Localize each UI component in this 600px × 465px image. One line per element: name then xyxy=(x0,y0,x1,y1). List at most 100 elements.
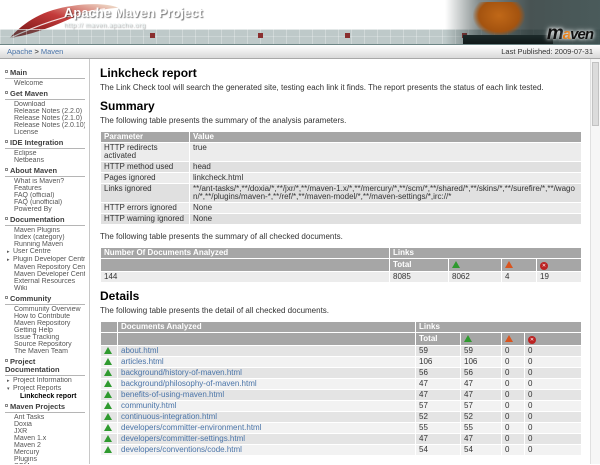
documents-analyzed-header: Documents Analyzed xyxy=(118,322,415,332)
sidebar-item-project-reports[interactable]: Project Reports xyxy=(5,385,85,393)
breadcrumb-link-maven[interactable]: Maven xyxy=(41,47,64,56)
success-icon xyxy=(104,402,112,409)
maven-logo-ven: ven xyxy=(570,26,593,43)
sidebar-item-label: What is Maven? xyxy=(14,178,64,185)
error-links-count: 0 xyxy=(525,434,581,444)
section-bullet-icon xyxy=(5,296,8,299)
valid-links-count: 52 xyxy=(461,412,501,422)
sidebar-item-external-resources[interactable]: External Resources xyxy=(5,278,85,285)
sidebar-item-maven-plugins[interactable]: Maven Plugins xyxy=(5,227,85,234)
document-link[interactable]: continuous-integration.html xyxy=(121,412,217,421)
sidebar-item-powered-by[interactable]: Powered By xyxy=(5,206,85,213)
sidebar-section-title: IDE Integration xyxy=(5,139,85,149)
sidebar-item-label: Linkcheck report xyxy=(20,393,76,400)
total-links-count: 59 xyxy=(416,346,460,356)
sidebar-item-running-maven[interactable]: Running Maven xyxy=(5,241,85,248)
sidebar-item-maven-repository-centre[interactable]: Maven Repository Centre xyxy=(5,264,85,271)
sidebar-item-license[interactable]: License xyxy=(5,129,85,136)
success-icon xyxy=(104,358,112,365)
sidebar-item-ant-tasks[interactable]: Ant Tasks xyxy=(5,414,85,421)
sidebar-item-maven-repository[interactable]: Maven Repository xyxy=(5,320,85,327)
section-bullet-icon xyxy=(5,404,8,407)
total-links-count: 47 xyxy=(416,434,460,444)
row-status-cell xyxy=(101,445,117,455)
sidebar-item-the-maven-team[interactable]: The Maven Team xyxy=(5,348,85,355)
sidebar-item-what-is-maven[interactable]: What is Maven? xyxy=(5,178,85,185)
sidebar-item-faq-unofficial[interactable]: FAQ (unofficial) xyxy=(5,199,85,206)
table-row: developers/committer-environment.html555… xyxy=(101,423,581,433)
success-icon xyxy=(104,380,112,387)
breadcrumb-link-apache[interactable]: Apache xyxy=(7,47,32,56)
total-links-count: 56 xyxy=(416,368,460,378)
sidebar-item-release-notes-2-2-0[interactable]: Release Notes (2.2.0) xyxy=(5,108,85,115)
sidebar-item-welcome[interactable]: Welcome xyxy=(5,80,85,87)
document-link[interactable]: developers/conventions/code.html xyxy=(121,445,242,454)
sidebar-item-linkcheck-report[interactable]: Linkcheck report xyxy=(5,393,85,400)
sidebar-item-plugins[interactable]: Plugins xyxy=(5,456,85,463)
success-icon xyxy=(452,261,460,268)
sidebar-item-maven-2[interactable]: Maven 2 xyxy=(5,442,85,449)
maven-logo-m: m xyxy=(547,23,563,44)
sidebar-item-label: Eclipse xyxy=(14,150,37,157)
table-row: benefits-of-using-maven.html474700 xyxy=(101,390,581,400)
sidebar-item-maven-developer-centre[interactable]: Maven Developer Centre xyxy=(5,271,85,278)
num-docs-header: Number Of Documents Analyzed xyxy=(101,248,389,258)
links-header: Links xyxy=(416,322,581,332)
section-bullet-icon xyxy=(5,91,8,94)
grid-accent-icon xyxy=(258,33,263,38)
sidebar-item-label: Source Repository xyxy=(14,341,72,348)
sidebar-item-plugin-developer-centre[interactable]: Plugin Developer Centre xyxy=(5,256,85,264)
document-link[interactable]: background/history-of-maven.html xyxy=(121,368,242,377)
sidebar-item-index-category[interactable]: Index (category) xyxy=(5,234,85,241)
valid-links-count: 59 xyxy=(461,346,501,356)
total-links-count: 52 xyxy=(416,412,460,422)
sidebar-section: Get MavenDownloadRelease Notes (2.2.0)Re… xyxy=(5,90,85,136)
document-link[interactable]: background/philosophy-of-maven.html xyxy=(121,379,257,388)
intro-text: The Link Check tool will search the gene… xyxy=(100,83,582,93)
sidebar-item-project-information[interactable]: Project Information xyxy=(5,377,85,385)
document-link[interactable]: about.html xyxy=(121,346,158,355)
sidebar-item-label: Community Overview xyxy=(14,306,81,313)
sidebar-item-label: Maven 2 xyxy=(14,442,41,449)
sidebar-item-download[interactable]: Download xyxy=(5,101,85,108)
total-links-count: 57 xyxy=(416,401,460,411)
sidebar-item-maven-1-x[interactable]: Maven 1.x xyxy=(5,435,85,442)
document-cell: developers/conventions/code.html xyxy=(118,445,415,455)
maven-logo[interactable]: maven xyxy=(547,23,593,45)
sidebar-item-issue-tracking[interactable]: Issue Tracking xyxy=(5,334,85,341)
document-link[interactable]: developers/committer-environment.html xyxy=(121,423,262,432)
vertical-scrollbar[interactable] xyxy=(590,59,600,464)
row-status-cell xyxy=(101,357,117,367)
scrollbar-thumb[interactable] xyxy=(592,62,599,126)
sidebar-item-getting-help[interactable]: Getting Help xyxy=(5,327,85,334)
sidebar-item-doxia[interactable]: Doxia xyxy=(5,421,85,428)
sidebar-item-label: Powered By xyxy=(14,206,52,213)
document-link[interactable]: community.html xyxy=(121,401,176,410)
success-icon xyxy=(104,435,112,442)
sidebar-item-user-centre[interactable]: User Centre xyxy=(5,248,85,256)
sidebar-item-community-overview[interactable]: Community Overview xyxy=(5,306,85,313)
document-link[interactable]: developers/committer-settings.html xyxy=(121,434,245,443)
sidebar-item-label: Ant Tasks xyxy=(14,414,44,421)
sidebar-item-wiki[interactable]: Wiki xyxy=(5,285,85,292)
sidebar-item-netbeans[interactable]: Netbeans xyxy=(5,157,85,164)
sidebar-item-label: Release Notes (2.1.0) xyxy=(14,115,82,122)
sidebar-item-features[interactable]: Features xyxy=(5,185,85,192)
error-links-count: 0 xyxy=(525,423,581,433)
sidebar-item-jxr[interactable]: JXR xyxy=(5,428,85,435)
sidebar-item-mercury[interactable]: Mercury xyxy=(5,449,85,456)
sidebar-item-scm[interactable]: SCM xyxy=(5,463,85,464)
error-links-header xyxy=(537,259,581,271)
sidebar-item-release-notes-2-0-10[interactable]: Release Notes (2.0.10) xyxy=(5,122,85,129)
sidebar-item-release-notes-2-1-0[interactable]: Release Notes (2.1.0) xyxy=(5,115,85,122)
table-row: developers/conventions/code.html545400 xyxy=(101,445,581,455)
sidebar-item-how-to-contribute[interactable]: How to Contribute xyxy=(5,313,85,320)
document-link[interactable]: benefits-of-using-maven.html xyxy=(121,390,224,399)
warning-icon xyxy=(505,335,513,342)
sidebar-item-faq-official[interactable]: FAQ (official) xyxy=(5,192,85,199)
document-link[interactable]: articles.html xyxy=(121,357,164,366)
sidebar-item-source-repository[interactable]: Source Repository xyxy=(5,341,85,348)
warning-links-count: 0 xyxy=(502,357,524,367)
sidebar-item-eclipse[interactable]: Eclipse xyxy=(5,150,85,157)
table-row: continuous-integration.html525200 xyxy=(101,412,581,422)
